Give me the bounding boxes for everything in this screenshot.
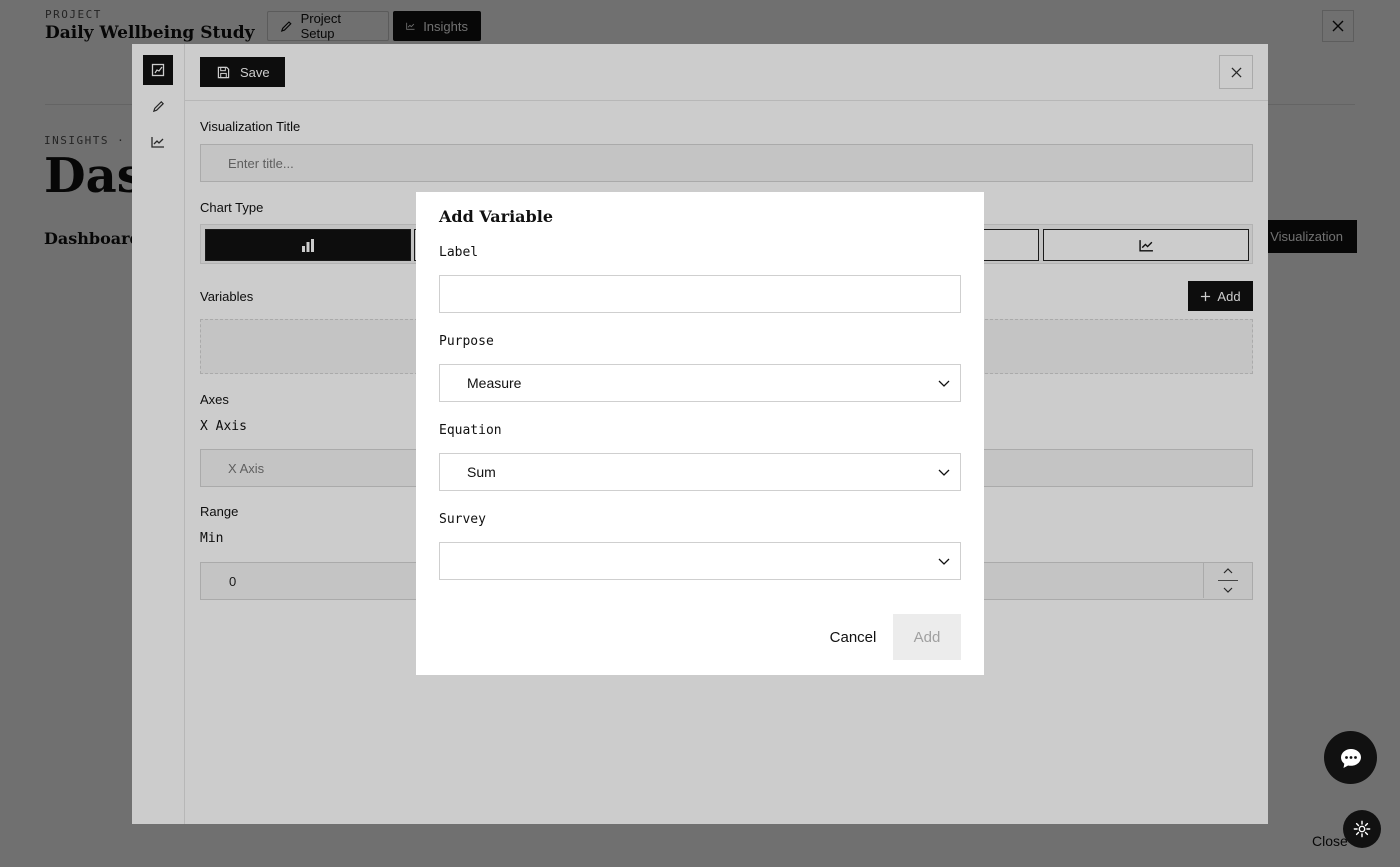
- chevron-down-icon: [938, 380, 950, 387]
- dialog-title: Add Variable: [439, 207, 553, 226]
- chat-icon: [1340, 748, 1361, 768]
- cancel-button[interactable]: Cancel: [824, 615, 882, 659]
- purpose-value: Measure: [467, 375, 522, 391]
- survey-select[interactable]: [439, 542, 961, 580]
- chat-button[interactable]: [1324, 731, 1377, 784]
- settings-button[interactable]: [1343, 810, 1381, 848]
- purpose-select[interactable]: Measure: [439, 364, 961, 402]
- purpose-label: Purpose: [439, 334, 494, 349]
- chevron-down-icon: [938, 469, 950, 476]
- chevron-down-icon: [938, 558, 950, 565]
- survey-label: Survey: [439, 512, 486, 527]
- add-button[interactable]: Add: [893, 614, 961, 660]
- equation-value: Sum: [467, 464, 496, 480]
- add-variable-dialog: Add Variable Label Purpose Measure Equat…: [416, 192, 984, 675]
- equation-label: Equation: [439, 423, 502, 438]
- gear-icon: [1353, 820, 1371, 838]
- label-field-label: Label: [439, 245, 479, 260]
- label-input[interactable]: [439, 275, 961, 313]
- equation-select[interactable]: Sum: [439, 453, 961, 491]
